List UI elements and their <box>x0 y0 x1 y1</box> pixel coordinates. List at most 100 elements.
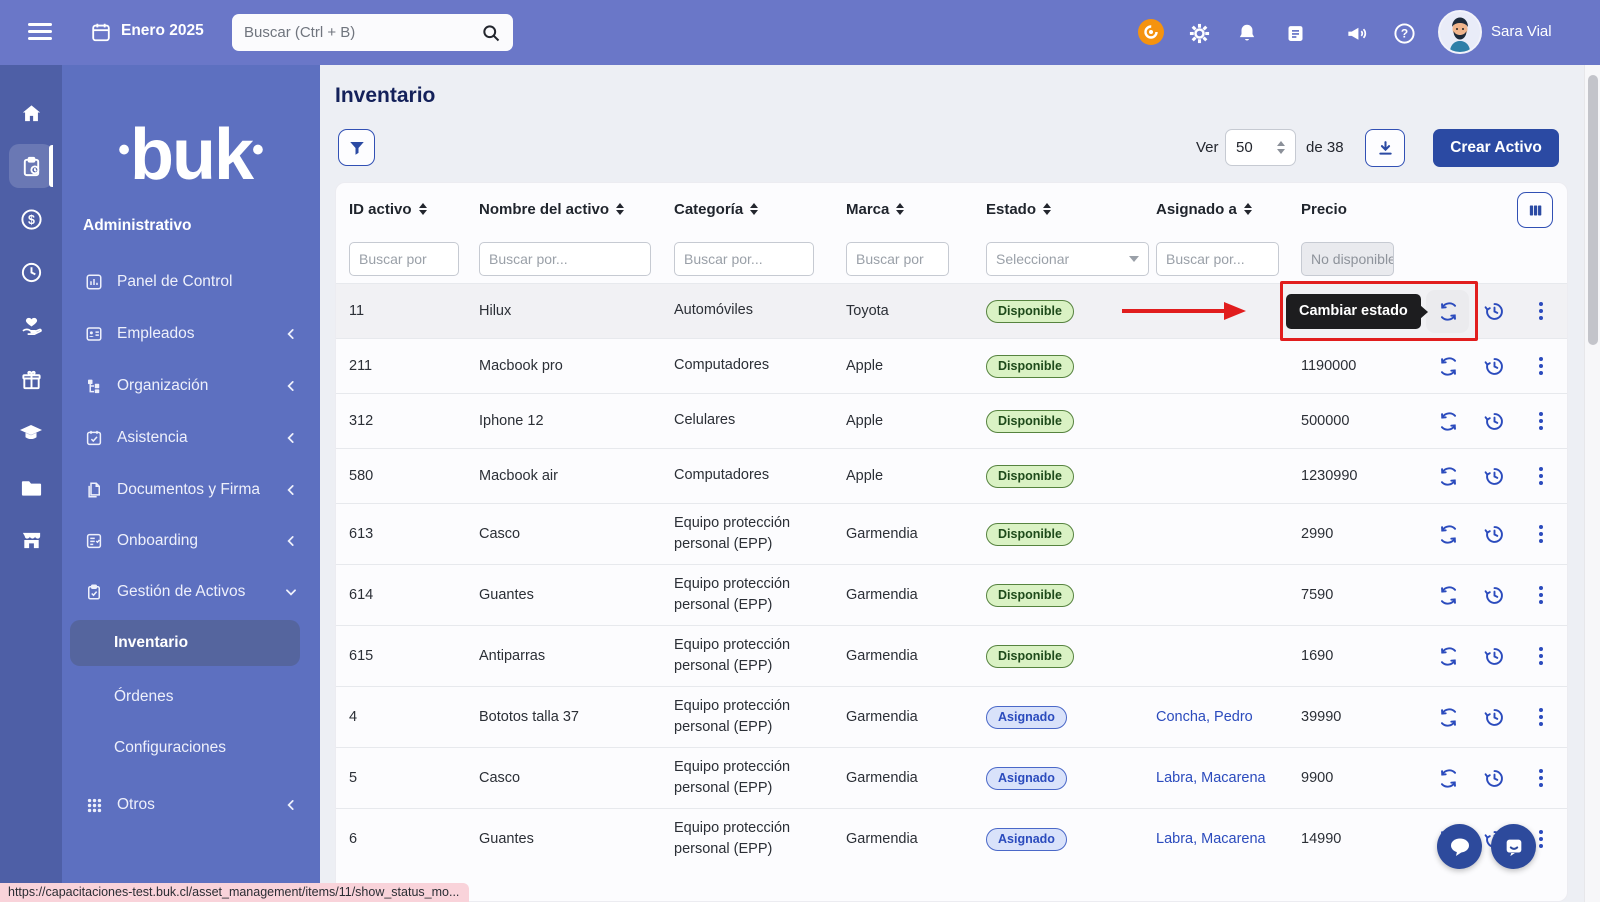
assigned-person-link[interactable]: Labra, Macarena <box>1156 831 1266 847</box>
cell-status: Disponible <box>986 584 1156 607</box>
assigned-person-link[interactable]: Labra, Macarena <box>1156 770 1266 786</box>
table-row[interactable]: 211 Macbook pro Computadores Apple Dispo… <box>336 338 1568 393</box>
filter-id-input[interactable] <box>349 242 459 276</box>
search-icon[interactable] <box>481 23 501 43</box>
period-label[interactable]: Enero 2025 <box>121 22 204 40</box>
kebab-menu-icon[interactable] <box>1530 411 1551 432</box>
change-status-icon[interactable] <box>1438 768 1459 789</box>
global-search[interactable] <box>232 14 513 51</box>
history-icon[interactable] <box>1484 524 1505 545</box>
filter-category-input[interactable] <box>674 242 814 276</box>
history-icon[interactable] <box>1484 356 1505 377</box>
page-size-select[interactable]: 50 <box>1225 129 1296 166</box>
create-asset-button[interactable]: Crear Activo <box>1433 129 1559 167</box>
column-header-nombre[interactable]: Nombre del activo <box>479 201 674 218</box>
assistant-icon[interactable] <box>1138 19 1164 45</box>
change-status-icon[interactable] <box>1438 411 1459 432</box>
column-header-asignado[interactable]: Asignado a <box>1156 201 1301 218</box>
history-icon[interactable] <box>1484 466 1505 487</box>
search-input[interactable] <box>244 24 481 41</box>
filter-name-input[interactable] <box>479 242 651 276</box>
change-status-icon[interactable] <box>1438 524 1459 545</box>
change-status-icon[interactable] <box>1438 707 1459 728</box>
filter-button[interactable] <box>338 129 375 166</box>
filter-status-select[interactable]: Seleccionar <box>986 242 1149 276</box>
kebab-menu-icon[interactable] <box>1530 356 1551 377</box>
time-clock-icon[interactable] <box>9 250 53 294</box>
scrollbar-thumb[interactable] <box>1588 75 1598 345</box>
history-icon[interactable] <box>1484 585 1505 606</box>
sidebar-subitem-inventario[interactable]: Inventario <box>70 620 300 666</box>
announcements-megaphone-icon[interactable] <box>1344 21 1368 45</box>
payroll-dollar-icon[interactable]: $ <box>9 197 53 241</box>
settings-gear-icon[interactable] <box>1187 21 1211 45</box>
cell-status: Disponible <box>986 300 1156 323</box>
sidebar-item-onboarding[interactable]: Onboarding <box>74 521 308 561</box>
download-button[interactable] <box>1365 129 1405 167</box>
kebab-menu-icon[interactable] <box>1530 466 1551 487</box>
chat-bubble-button[interactable] <box>1437 824 1482 869</box>
sidebar-item-organizacion[interactable]: Organización <box>74 366 308 406</box>
gift-box-icon[interactable] <box>9 358 53 402</box>
table-row[interactable]: 613 Casco Equipo protección personal (EP… <box>336 503 1568 564</box>
kebab-menu-icon[interactable] <box>1530 301 1551 322</box>
change-status-icon[interactable] <box>1438 301 1459 322</box>
assigned-person-link[interactable]: Concha, Pedro <box>1156 709 1253 725</box>
table-row[interactable]: 5 Casco Equipo protección personal (EPP)… <box>336 747 1568 808</box>
hamburger-menu-icon[interactable] <box>28 23 52 42</box>
table-row[interactable]: 614 Guantes Equipo protección personal (… <box>336 564 1568 625</box>
files-folder-icon[interactable] <box>9 465 53 509</box>
marketplace-store-icon[interactable] <box>9 518 53 562</box>
column-header-id[interactable]: ID activo <box>349 201 479 218</box>
sidebar-item-gestion-de-activos[interactable]: Gestión de Activos <box>74 572 308 612</box>
column-settings-button[interactable] <box>1517 192 1553 228</box>
history-icon[interactable] <box>1484 301 1505 322</box>
change-status-icon[interactable] <box>1438 466 1459 487</box>
documents-icon <box>84 480 104 500</box>
page-scrollbar[interactable] <box>1584 65 1600 902</box>
kebab-menu-icon[interactable] <box>1530 707 1551 728</box>
history-icon[interactable] <box>1484 646 1505 667</box>
sidebar-item-asistencia[interactable]: Asistencia <box>74 418 308 458</box>
change-status-icon[interactable] <box>1438 646 1459 667</box>
notifications-bell-icon[interactable] <box>1235 21 1259 45</box>
user-name[interactable]: Sara Vial <box>1491 23 1552 40</box>
filter-assigned-input[interactable] <box>1156 242 1279 276</box>
table-row[interactable]: 11 Hilux Automóviles Toyota Disponible C… <box>336 283 1568 338</box>
change-status-icon[interactable] <box>1438 585 1459 606</box>
change-status-icon[interactable] <box>1438 356 1459 377</box>
buk-logo[interactable]: •buk• <box>62 95 320 210</box>
kebab-menu-icon[interactable] <box>1530 524 1551 545</box>
column-header-categoria[interactable]: Categoría <box>674 201 846 218</box>
benefits-hand-heart-icon[interactable] <box>9 304 53 348</box>
table-row[interactable]: 580 Macbook air Computadores Apple Dispo… <box>336 448 1568 503</box>
table-row[interactable]: 4 Bototos talla 37 Equipo protección per… <box>336 686 1568 747</box>
sidebar-item-empleados[interactable]: Empleados <box>74 314 308 354</box>
filter-brand-input[interactable] <box>846 242 949 276</box>
kebab-menu-icon[interactable] <box>1530 768 1551 789</box>
history-icon[interactable] <box>1484 707 1505 728</box>
sidebar-subitem-configuraciones[interactable]: Configuraciones <box>70 725 300 771</box>
column-header-marca[interactable]: Marca <box>846 201 986 218</box>
kebab-menu-icon[interactable] <box>1530 585 1551 606</box>
support-chat-button[interactable] <box>1491 824 1536 869</box>
history-icon[interactable] <box>1484 768 1505 789</box>
sidebar-item-otros[interactable]: Otros <box>74 785 308 825</box>
asset-management-icon[interactable] <box>9 144 53 188</box>
sidebar-item-panel-de-control[interactable]: Panel de Control <box>74 262 308 302</box>
table-row[interactable]: 312 Iphone 12 Celulares Apple Disponible… <box>336 393 1568 448</box>
table-row[interactable]: 615 Antiparras Equipo protección persona… <box>336 625 1568 686</box>
sidebar-subitem-ordenes[interactable]: Órdenes <box>70 674 300 720</box>
news-document-icon[interactable] <box>1283 21 1307 45</box>
kebab-menu-icon[interactable] <box>1530 646 1551 667</box>
sidebar-item-documentos-y-firma[interactable]: Documentos y Firma <box>74 470 308 510</box>
home-icon[interactable] <box>9 91 53 135</box>
cell-actions <box>1416 301 1568 322</box>
user-avatar[interactable] <box>1438 10 1482 54</box>
training-graduation-icon[interactable] <box>9 411 53 455</box>
column-header-estado[interactable]: Estado <box>986 201 1156 218</box>
history-icon[interactable] <box>1484 411 1505 432</box>
calendar-icon[interactable] <box>90 21 112 43</box>
table-row[interactable]: 6 Guantes Equipo protección personal (EP… <box>336 808 1568 869</box>
help-icon[interactable]: ? <box>1392 21 1416 45</box>
